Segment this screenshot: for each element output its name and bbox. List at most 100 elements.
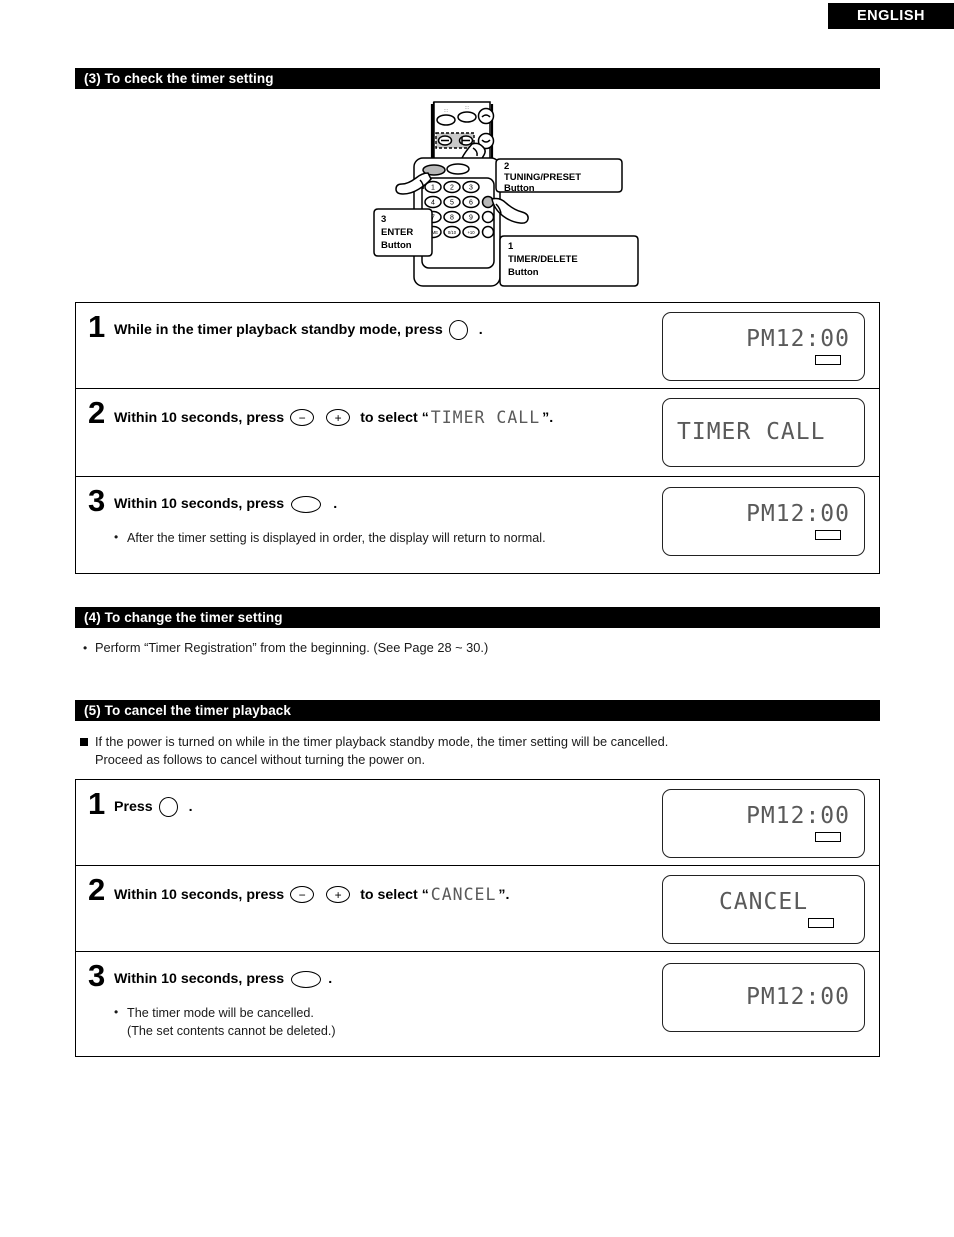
inline-display-value: CANCEL xyxy=(429,882,499,908)
step-instruction-text-mid: to select “ xyxy=(360,409,429,426)
callout-tuning-preset: 2 TUNING/PRESET Button xyxy=(495,158,623,194)
step-instruction-text-after: ”. xyxy=(542,409,554,426)
section5-note-text: If the power is turned on while in the t… xyxy=(95,733,668,769)
bullet-icon: • xyxy=(114,530,119,544)
step-row: 2 Within 10 seconds, press − + to select… xyxy=(76,389,879,477)
callout-1-number: 1 xyxy=(508,241,514,252)
section-heading-label: (5) To cancel the timer playback xyxy=(84,703,292,718)
lcd-display: PM12:00 xyxy=(662,487,865,556)
section5-note: If the power is turned on while in the t… xyxy=(80,733,870,769)
step-period: . xyxy=(328,971,333,987)
lcd-display: PM12:00 xyxy=(662,312,865,381)
lcd-display: TIMER CALL xyxy=(662,398,865,467)
step-period: . xyxy=(188,799,193,815)
timer-indicator-icon xyxy=(815,355,841,366)
section-heading-cancel-timer: (5) To cancel the timer playback xyxy=(75,700,880,721)
callout-3-name: ENTER xyxy=(381,227,413,238)
svg-text::::: ::: xyxy=(465,105,469,110)
bullet-icon: • xyxy=(83,641,88,655)
svg-text:5: 5 xyxy=(450,200,454,207)
minus-button-icon[interactable]: − xyxy=(290,886,315,904)
step-period: . xyxy=(478,322,483,338)
callout-1-name: TIMER/DELETE xyxy=(508,254,578,265)
step-instruction-text: Within 10 seconds, press xyxy=(114,886,285,903)
step-row: 3 Within 10 seconds, press . • The timer… xyxy=(76,952,879,1056)
remote-control-diagram: .ln { fill:none; stroke:#000; stroke-wid… xyxy=(372,96,640,294)
callout-1-suffix: Button xyxy=(508,267,539,278)
step-sub-note-line2: (The set contents cannot be deleted.) xyxy=(127,1024,336,1039)
step-number: 1 xyxy=(88,309,106,344)
lcd-text: PM12:00 xyxy=(677,502,850,526)
section-heading-change-timer: (4) To change the timer setting xyxy=(75,607,880,628)
step-instruction-text-after: ”. xyxy=(498,886,510,903)
step-sub-note-text: The timer mode will be cancelled. (The s… xyxy=(127,1004,336,1041)
lcd-indicator-row xyxy=(677,530,850,541)
callout-2-number: 2 xyxy=(504,161,509,172)
minus-button-icon[interactable]: − xyxy=(290,409,315,427)
step-number: 3 xyxy=(88,958,106,993)
step-row: 3 Within 10 seconds, press . • After the… xyxy=(76,477,879,573)
section-heading-label: (4) To change the timer setting xyxy=(84,610,283,625)
svg-text:4: 4 xyxy=(431,200,435,207)
svg-text:1: 1 xyxy=(431,185,435,192)
timer-indicator-icon xyxy=(815,832,841,843)
step-row: 1 While in the timer playback standby mo… xyxy=(76,303,879,389)
lcd-text: TIMER CALL xyxy=(677,420,850,445)
section4-note-text: Perform “Timer Registration” from the be… xyxy=(95,640,489,655)
callout-3-suffix: Button xyxy=(381,240,412,251)
lcd-indicator-row xyxy=(677,832,850,843)
svg-text::::: ::: xyxy=(444,108,448,113)
svg-text:3: 3 xyxy=(469,185,473,192)
step-number: 1 xyxy=(88,786,106,821)
lcd-indicator-row xyxy=(677,355,850,366)
lcd-display: CANCEL xyxy=(662,875,865,944)
step-instruction: Within 10 seconds, press − + to select “… xyxy=(114,405,619,431)
power-button-icon[interactable] xyxy=(158,797,178,817)
enter-button-icon[interactable] xyxy=(291,970,322,988)
plus-button-icon[interactable]: + xyxy=(326,409,351,427)
step-instruction-text: While in the timer playback standby mode… xyxy=(114,322,443,338)
steps-table-check-timer: 1 While in the timer playback standby mo… xyxy=(75,302,880,574)
step-instruction-text: Within 10 seconds, press xyxy=(114,496,285,512)
step-instruction-text: Within 10 seconds, press xyxy=(114,971,285,987)
step-row: 2 Within 10 seconds, press − + to select… xyxy=(76,866,879,952)
plus-button-icon[interactable]: + xyxy=(326,886,351,904)
svg-text:8: 8 xyxy=(450,215,454,222)
language-tag: ENGLISH xyxy=(828,3,954,29)
lcd-display: PM12:00 xyxy=(662,789,865,858)
inline-display-value: TIMER CALL xyxy=(429,405,542,431)
step-number: 2 xyxy=(88,395,106,430)
callout-2-suffix: Button xyxy=(504,183,535,194)
svg-text:+10: +10 xyxy=(467,230,475,235)
section-heading-check-timer: (3) To check the timer setting xyxy=(75,68,880,89)
step-sub-note-line1: The timer mode will be cancelled. xyxy=(127,1006,314,1020)
square-bullet-icon xyxy=(80,733,95,750)
step-period: . xyxy=(333,496,338,512)
step-sub-note-text: After the timer setting is displayed in … xyxy=(127,531,546,545)
step-instruction-text: Press xyxy=(114,799,153,815)
lcd-text: PM12:00 xyxy=(677,327,850,351)
lcd-text: PM12:00 xyxy=(677,985,850,1010)
section5-note-line1: If the power is turned on while in the t… xyxy=(95,734,669,749)
step-instruction-text-mid: to select “ xyxy=(360,886,429,903)
language-tag-label: ENGLISH xyxy=(857,8,925,24)
enter-button-icon[interactable] xyxy=(291,495,322,513)
power-button-icon[interactable] xyxy=(448,320,468,340)
svg-text:6: 6 xyxy=(469,200,473,207)
bullet-icon: • xyxy=(114,1005,119,1019)
timer-indicator-icon xyxy=(808,918,834,929)
step-sub-note: • After the timer setting is displayed i… xyxy=(114,529,634,547)
lcd-display: PM12:00 xyxy=(662,963,865,1032)
lcd-indicator-row xyxy=(677,918,850,929)
callout-3-number: 3 xyxy=(381,214,386,225)
section-heading-label: (3) To check the timer setting xyxy=(84,71,274,86)
callout-2-name: TUNING/PRESET xyxy=(504,172,581,183)
steps-table-cancel-timer: 1 Press . PM12:00 2 Within 10 seconds, p… xyxy=(75,779,880,1057)
step-instruction-text: Within 10 seconds, press xyxy=(114,409,285,426)
step-row: 1 Press . PM12:00 xyxy=(76,780,879,866)
step-number: 3 xyxy=(88,483,106,518)
remote-control-illustration: .ln { fill:none; stroke:#000; stroke-wid… xyxy=(373,101,639,287)
section4-note: • Perform “Timer Registration” from the … xyxy=(83,640,488,656)
section5-note-line2: Proceed as follows to cancel without tur… xyxy=(95,752,426,768)
svg-text:2: 2 xyxy=(450,185,454,192)
